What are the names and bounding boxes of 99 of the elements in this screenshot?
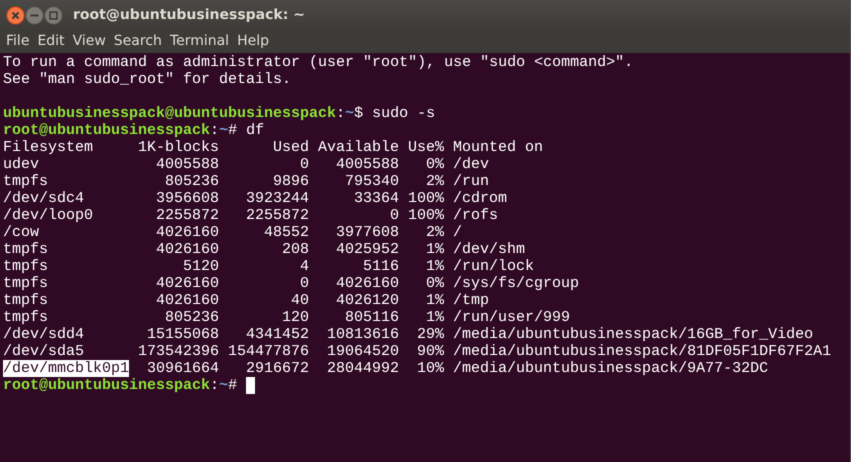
table-cell: 2916672 — [246, 360, 310, 377]
table-cell: /media/ubuntubusinesspack/81DF05F1DF67F2A1 — [453, 343, 832, 360]
table-cell: /media/ubuntubusinesspack/16GB_for_Video — [453, 326, 814, 343]
output-line: To run a command as administrator (user "root"), use "sudo <command>". — [3, 54, 634, 71]
output-line: See "man sudo_root" for details. — [3, 71, 292, 88]
table-cell: /dev/shm — [453, 241, 526, 258]
table-cell: 15155068 — [147, 326, 220, 343]
table-cell: /dev/loop0 — [3, 207, 94, 224]
table-cell: /run/user/999 — [453, 309, 570, 326]
table-cell: 1% — [426, 241, 444, 258]
table-cell: 1% — [426, 258, 444, 275]
column-header: Filesystem — [3, 139, 94, 156]
table-cell: 4026160 — [156, 275, 220, 292]
table-cell: / — [453, 224, 462, 241]
table-cell: 4026120 — [336, 292, 400, 309]
table-cell: 90% — [417, 343, 444, 360]
table-cell: /dev/mmcblk0p1 — [3, 360, 130, 377]
table-cell: 120 — [282, 309, 310, 326]
column-header: Use% — [408, 139, 444, 156]
table-cell: 4005588 — [336, 156, 400, 173]
table-cell: 10813616 — [327, 326, 400, 343]
table-cell: /dev/sdc4 — [3, 190, 84, 207]
prompt-line: ubuntubusinesspack@ubuntubusinesspack:~$ sudo -s — [3, 105, 436, 122]
table-cell: 3956608 — [156, 190, 220, 207]
table-cell: 9896 — [273, 173, 310, 190]
table-cell: 19064520 — [327, 343, 400, 360]
table-cell: tmpfs — [3, 241, 48, 258]
maximize-button[interactable] — [44, 6, 63, 24]
table-cell: 4026160 — [336, 275, 400, 292]
table-cell: /dev/sdd4 — [3, 326, 84, 343]
window-title: root@ubuntubusinesspack: ~ — [73, 6, 305, 24]
minimize-button[interactable] — [25, 6, 44, 24]
table-cell: 208 — [282, 241, 310, 258]
column-header: 1K-blocks — [138, 139, 220, 156]
table-cell: 1% — [426, 309, 444, 326]
prompt-line: root@ubuntubusinesspack:~# — [3, 377, 238, 394]
table-cell: /dev — [453, 156, 490, 173]
table-cell: 4341452 — [246, 326, 310, 343]
table-cell: 805236 — [165, 309, 220, 326]
close-button[interactable] — [6, 6, 25, 24]
menu-item[interactable]: View — [68, 31, 110, 52]
table-cell: /run/lock — [453, 258, 534, 275]
table-cell: 0% — [426, 275, 444, 292]
menu-item[interactable]: Terminal — [166, 31, 234, 52]
table-cell: 805236 — [165, 173, 220, 190]
table-cell: 100% — [408, 207, 444, 224]
table-cell: 5120 — [183, 258, 220, 275]
table-cell: tmpfs — [3, 309, 48, 326]
table-cell: /dev/sda5 — [3, 343, 84, 360]
table-cell: tmpfs — [3, 173, 48, 190]
table-cell: 4 — [300, 258, 310, 275]
table-cell: 33364 — [354, 190, 400, 207]
table-cell: 0 — [390, 207, 400, 224]
table-cell: 5116 — [363, 258, 400, 275]
table-cell: 3977608 — [336, 224, 400, 241]
table-cell: 154477876 — [228, 343, 310, 360]
menu-item[interactable]: Edit — [33, 31, 69, 52]
table-cell: /sys/fs/cgroup — [453, 275, 580, 292]
table-cell: 2% — [426, 173, 444, 190]
table-cell: 28044992 — [327, 360, 400, 377]
table-cell: /media/ubuntubusinesspack/9A77-32DC — [453, 360, 768, 377]
prompt-line: root@ubuntubusinesspack:~# df — [3, 122, 264, 139]
table-cell: 29% — [417, 326, 444, 343]
menu-item[interactable]: File — [2, 31, 34, 52]
table-cell: 2255872 — [156, 207, 220, 224]
menu-item[interactable]: Help — [233, 31, 273, 52]
table-cell: /cow — [3, 224, 40, 241]
table-cell: tmpfs — [3, 292, 48, 309]
table-cell: 1% — [426, 292, 444, 309]
table-cell: 805116 — [345, 309, 400, 326]
table-cell: tmpfs — [3, 258, 48, 275]
table-cell: udev — [3, 156, 40, 173]
table-cell: 795340 — [345, 173, 400, 190]
table-cell: 4026160 — [156, 292, 220, 309]
table-cell: 40 — [291, 292, 310, 309]
table-cell: 173542396 — [138, 343, 220, 360]
table-cell: /rofs — [453, 207, 498, 224]
table-cell: /tmp — [453, 292, 490, 309]
table-cell: 2% — [426, 224, 444, 241]
table-cell: 4026160 — [156, 241, 220, 258]
table-cell: 30961664 — [147, 360, 220, 377]
menu-item[interactable]: Search — [110, 31, 166, 52]
table-cell: 0 — [300, 275, 310, 292]
table-cell: 10% — [417, 360, 444, 377]
table-cell: 2255872 — [246, 207, 310, 224]
table-cell: /cdrom — [453, 190, 508, 207]
table-cell: 3923244 — [246, 190, 310, 207]
table-cell: 0 — [300, 156, 310, 173]
table-cell: 100% — [408, 190, 444, 207]
table-cell: 4026160 — [156, 224, 220, 241]
table-cell: 0% — [426, 156, 444, 173]
table-cell: /run — [453, 173, 490, 190]
table-cell: 48552 — [264, 224, 310, 241]
column-header: Used — [273, 139, 310, 156]
table-cell: 4005588 — [156, 156, 220, 173]
column-header: Mounted on — [453, 139, 544, 156]
table-cell: 4025952 — [336, 241, 400, 258]
column-header: Available — [318, 139, 400, 156]
table-cell: tmpfs — [3, 275, 48, 292]
